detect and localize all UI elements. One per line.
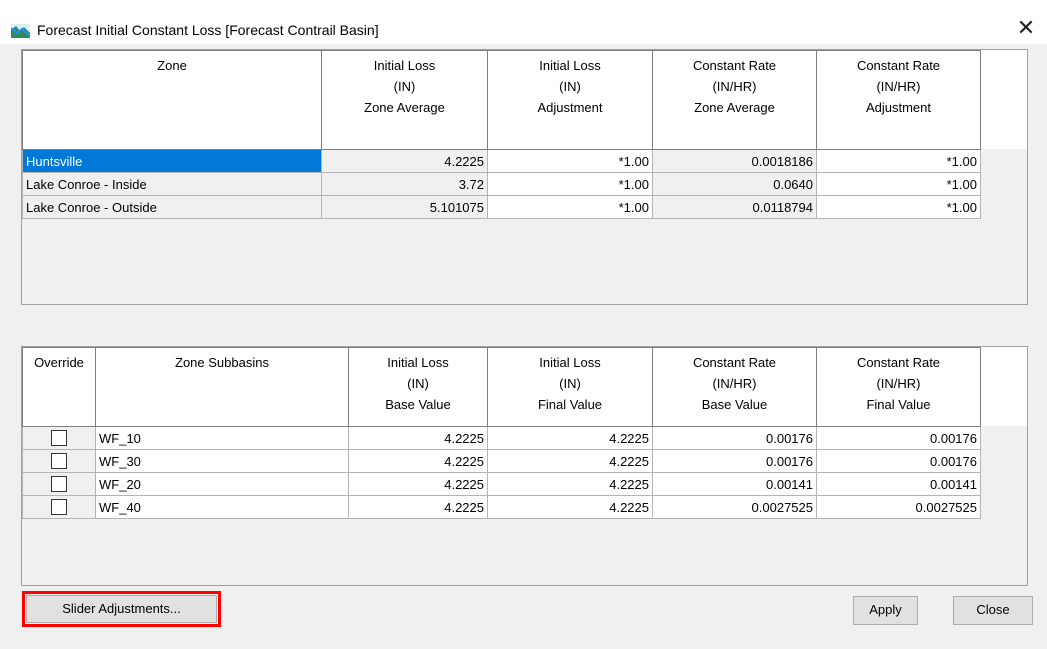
close-button[interactable]: Close	[953, 596, 1033, 625]
initial-loss-base-value-cell[interactable]: 4.2225	[348, 426, 488, 450]
initial-loss-adjustment-cell[interactable]: *1.00	[487, 195, 653, 219]
subbasin-row[interactable]: WF_40 4.2225 4.2225 0.0027525 0.0027525	[22, 495, 981, 519]
col-header-zone[interactable]: Zone	[22, 50, 322, 150]
constant-rate-zone-average-cell[interactable]: 0.0118794	[652, 195, 817, 219]
initial-loss-zone-average-cell[interactable]: 4.2225	[321, 149, 488, 173]
col-header-override[interactable]: Override	[22, 347, 96, 427]
subbasin-table-header-filler	[980, 347, 1027, 426]
constant-rate-base-value-cell[interactable]: 0.00176	[652, 426, 817, 450]
initial-loss-zone-average-cell[interactable]: 5.101075	[321, 195, 488, 219]
zone-table-panel: Zone Initial Loss (IN) Zone Average Init…	[21, 49, 1028, 305]
close-icon[interactable]: ✕	[1013, 15, 1039, 41]
subbasin-row[interactable]: WF_20 4.2225 4.2225 0.00141 0.00141	[22, 472, 981, 496]
initial-loss-base-value-cell[interactable]: 4.2225	[348, 472, 488, 496]
app-icon	[10, 24, 31, 38]
initial-loss-adjustment-cell[interactable]: *1.00	[487, 149, 653, 173]
window-title: Forecast Initial Constant Loss [Forecast…	[37, 22, 379, 38]
zone-row[interactable]: Lake Conroe - Inside 3.72 *1.00 0.0640 *…	[22, 172, 981, 196]
override-cell[interactable]	[22, 426, 96, 450]
col-header-initial-loss-final-value[interactable]: Initial Loss (IN) Final Value	[487, 347, 653, 427]
override-cell[interactable]	[22, 472, 96, 496]
constant-rate-base-value-cell[interactable]: 0.0027525	[652, 495, 817, 519]
subbasin-row[interactable]: WF_10 4.2225 4.2225 0.00176 0.00176	[22, 426, 981, 450]
zone-name-cell[interactable]: Huntsville	[22, 149, 322, 173]
override-checkbox[interactable]	[51, 430, 67, 447]
col-header-constant-rate-final-value[interactable]: Constant Rate (IN/HR) Final Value	[816, 347, 981, 427]
initial-loss-final-value-cell[interactable]: 4.2225	[487, 426, 653, 450]
col-header-initial-loss-adjustment[interactable]: Initial Loss (IN) Adjustment	[487, 50, 653, 150]
zone-name-cell[interactable]: Lake Conroe - Inside	[22, 172, 322, 196]
subbasin-name-cell[interactable]: WF_30	[95, 449, 349, 473]
initial-loss-final-value-cell[interactable]: 4.2225	[487, 472, 653, 496]
col-header-initial-loss-base-value[interactable]: Initial Loss (IN) Base Value	[348, 347, 488, 427]
override-checkbox[interactable]	[51, 499, 67, 516]
col-header-initial-loss-zone-average[interactable]: Initial Loss (IN) Zone Average	[321, 50, 488, 150]
constant-rate-adjustment-cell[interactable]: *1.00	[816, 195, 981, 219]
initial-loss-final-value-cell[interactable]: 4.2225	[487, 495, 653, 519]
override-checkbox[interactable]	[51, 476, 67, 493]
col-header-constant-rate-zone-average[interactable]: Constant Rate (IN/HR) Zone Average	[652, 50, 817, 150]
initial-loss-base-value-cell[interactable]: 4.2225	[348, 449, 488, 473]
constant-rate-final-value-cell[interactable]: 0.00176	[816, 449, 981, 473]
col-header-constant-rate-base-value[interactable]: Constant Rate (IN/HR) Base Value	[652, 347, 817, 427]
zone-row[interactable]: Huntsville 4.2225 *1.00 0.0018186 *1.00	[22, 149, 981, 173]
constant-rate-final-value-cell[interactable]: 0.00141	[816, 472, 981, 496]
dialog-body: Zone Initial Loss (IN) Zone Average Init…	[0, 44, 1047, 649]
override-cell[interactable]	[22, 449, 96, 473]
constant-rate-zone-average-cell[interactable]: 0.0640	[652, 172, 817, 196]
initial-loss-final-value-cell[interactable]: 4.2225	[487, 449, 653, 473]
title-bar: Forecast Initial Constant Loss [Forecast…	[0, 0, 1047, 44]
initial-loss-adjustment-cell[interactable]: *1.00	[487, 172, 653, 196]
constant-rate-zone-average-cell[interactable]: 0.0018186	[652, 149, 817, 173]
apply-button[interactable]: Apply	[853, 596, 918, 625]
constant-rate-base-value-cell[interactable]: 0.00176	[652, 449, 817, 473]
subbasin-table: Override Zone Subbasins Initial Loss (IN…	[22, 347, 981, 519]
initial-loss-zone-average-cell[interactable]: 3.72	[321, 172, 488, 196]
constant-rate-final-value-cell[interactable]: 0.00176	[816, 426, 981, 450]
zone-table: Zone Initial Loss (IN) Zone Average Init…	[22, 50, 981, 219]
zone-name-cell[interactable]: Lake Conroe - Outside	[22, 195, 322, 219]
subbasin-name-cell[interactable]: WF_40	[95, 495, 349, 519]
constant-rate-adjustment-cell[interactable]: *1.00	[816, 172, 981, 196]
override-checkbox[interactable]	[51, 453, 67, 470]
constant-rate-adjustment-cell[interactable]: *1.00	[816, 149, 981, 173]
override-cell[interactable]	[22, 495, 96, 519]
zone-table-header-filler	[980, 50, 1027, 149]
constant-rate-base-value-cell[interactable]: 0.00141	[652, 472, 817, 496]
subbasin-name-cell[interactable]: WF_10	[95, 426, 349, 450]
subbasin-row[interactable]: WF_30 4.2225 4.2225 0.00176 0.00176	[22, 449, 981, 473]
zone-row[interactable]: Lake Conroe - Outside 5.101075 *1.00 0.0…	[22, 195, 981, 219]
highlight-box	[22, 591, 221, 627]
col-header-constant-rate-adjustment[interactable]: Constant Rate (IN/HR) Adjustment	[816, 50, 981, 150]
subbasin-table-panel: Override Zone Subbasins Initial Loss (IN…	[21, 346, 1028, 586]
zone-table-header-row: Zone Initial Loss (IN) Zone Average Init…	[22, 50, 981, 150]
constant-rate-final-value-cell[interactable]: 0.0027525	[816, 495, 981, 519]
subbasin-name-cell[interactable]: WF_20	[95, 472, 349, 496]
col-header-zone-subbasins[interactable]: Zone Subbasins	[95, 347, 349, 427]
initial-loss-base-value-cell[interactable]: 4.2225	[348, 495, 488, 519]
subbasin-table-header-row: Override Zone Subbasins Initial Loss (IN…	[22, 347, 981, 427]
